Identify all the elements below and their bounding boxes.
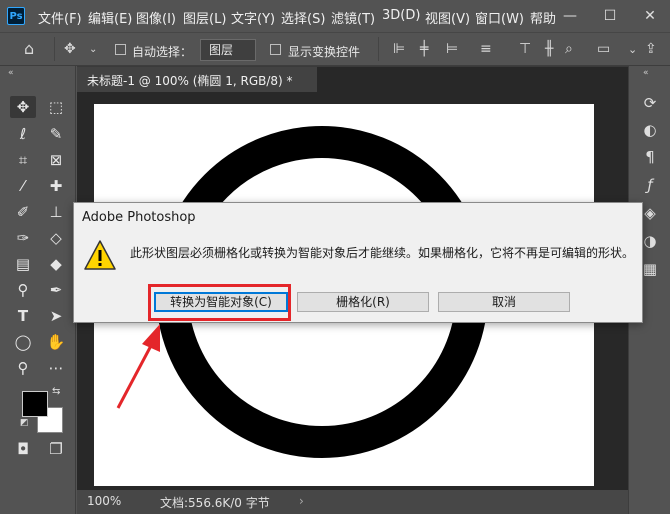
cancel-button[interactable]: 取消: [438, 292, 570, 312]
share-icon[interactable]: ⇪: [645, 41, 657, 57]
distribute-icon[interactable]: ≡: [480, 41, 492, 57]
move-tool-icon[interactable]: ✥: [10, 96, 36, 118]
menu-filter[interactable]: 滤镜(T): [331, 8, 375, 27]
dodge-tool-icon[interactable]: ⚲: [10, 279, 36, 301]
screen-mode-icon[interactable]: ❐: [43, 438, 69, 460]
swap-colors-icon[interactable]: ⇆: [52, 386, 60, 397]
warning-icon: [84, 240, 116, 270]
gradient-tool-icon[interactable]: ▤: [10, 253, 36, 275]
align-center-icon[interactable]: ╪: [420, 41, 428, 57]
chevron-down-icon[interactable]: ⌄: [89, 44, 97, 55]
align-right-icon[interactable]: ⊨: [446, 41, 458, 57]
restore-button[interactable]: ☐: [590, 0, 630, 32]
home-icon[interactable]: ⌂: [24, 39, 34, 58]
dialog-title: Adobe Photoshop: [82, 210, 196, 225]
color-panel-icon[interactable]: ◐: [638, 118, 662, 142]
show-transform-checkbox[interactable]: [270, 44, 281, 55]
auto-select-dropdown[interactable]: 图层: [200, 39, 256, 61]
auto-select-label: 自动选择：: [132, 45, 193, 59]
menu-image[interactable]: 图像(I): [136, 8, 176, 27]
menu-file[interactable]: 文件(F): [38, 8, 82, 27]
auto-select-checkbox[interactable]: [115, 44, 126, 55]
workspace-icon[interactable]: ▭: [597, 41, 610, 57]
divider: [77, 66, 628, 67]
menu-layer[interactable]: 图层(L): [183, 8, 226, 27]
blur-tool-icon[interactable]: ◆: [43, 253, 69, 275]
lasso-tool-icon[interactable]: ℓ: [10, 123, 36, 145]
history-brush-tool-icon[interactable]: ✑: [10, 227, 36, 249]
pointer-arrow-icon: [116, 324, 160, 409]
eyedropper-tool-icon[interactable]: ⁄: [10, 175, 36, 197]
hand-tool-icon[interactable]: ✋: [43, 331, 69, 353]
marquee-tool-icon[interactable]: ⬚: [43, 96, 69, 118]
menu-select[interactable]: 选择(S): [281, 8, 325, 27]
menu-bar: Ps 文件(F) 编辑(E) 图像(I) 图层(L) 文字(Y) 选择(S) 滤…: [0, 0, 670, 32]
align-left-icon[interactable]: ⊫: [393, 41, 405, 57]
menu-view[interactable]: 视图(V): [425, 8, 470, 27]
pen-tool-icon[interactable]: ✒: [43, 279, 69, 301]
divider: [378, 37, 379, 61]
align-middle-icon[interactable]: ╫: [545, 41, 553, 57]
move-tool-icon[interactable]: ✥: [64, 41, 76, 57]
menu-type[interactable]: 文字(Y): [231, 8, 275, 27]
foreground-color-swatch[interactable]: [22, 391, 48, 417]
frame-tool-icon[interactable]: ⊠: [43, 149, 69, 171]
divider: [54, 37, 55, 61]
type-tool-icon[interactable]: T: [10, 305, 36, 327]
zoom-level[interactable]: 100%: [87, 494, 121, 508]
stamp-tool-icon[interactable]: ⊥: [43, 201, 69, 223]
more-tools-icon[interactable]: ⋯: [43, 357, 69, 379]
document-tab-title: 未标题-1 @ 100% (椭圆 1, RGB/8) *: [87, 74, 293, 88]
default-colors-icon[interactable]: ◩: [20, 418, 29, 428]
zoom-tool-icon[interactable]: ⚲: [10, 357, 36, 379]
photoshop-logo-icon: Ps: [7, 7, 25, 25]
menu-3d[interactable]: 3D(D): [382, 8, 420, 23]
minimize-button[interactable]: —: [550, 0, 590, 32]
eraser-tool-icon[interactable]: ◇: [43, 227, 69, 249]
tools-panel: « ✥ ⬚ ℓ ✎ ⌗ ⊠ ⁄ ✚ ✐ ⊥ ✑ ◇ ▤ ◆ ⚲ ✒ T ➤ ◯ …: [0, 66, 76, 514]
quick-mask-icon[interactable]: ◘: [10, 438, 36, 460]
rasterize-button[interactable]: 栅格化(R): [297, 292, 429, 312]
search-icon[interactable]: ⌕: [565, 41, 573, 57]
collapse-icon[interactable]: «: [8, 68, 14, 78]
dialog-message: 此形状图层必须栅格化或转换为智能对象后才能继续。如果栅格化，它将不再是可编辑的形…: [130, 246, 635, 260]
path-select-tool-icon[interactable]: ➤: [43, 305, 69, 327]
document-tab[interactable]: 未标题-1 @ 100% (椭圆 1, RGB/8) *: [77, 66, 317, 92]
healing-brush-tool-icon[interactable]: ✚: [43, 175, 69, 197]
crop-tool-icon[interactable]: ⌗: [10, 149, 36, 171]
close-window-button[interactable]: ✕: [630, 0, 670, 32]
effects-panel-icon[interactable]: ƒ: [638, 173, 662, 197]
menu-edit[interactable]: 编辑(E): [88, 8, 132, 27]
paragraph-panel-icon[interactable]: ¶: [638, 145, 662, 169]
history-panel-icon[interactable]: ⟳: [638, 91, 662, 115]
show-transform-label: 显示变换控件: [288, 45, 361, 59]
align-top-icon[interactable]: ⊤: [519, 41, 531, 57]
options-bar: ⌂ ✥ ⌄ 自动选择： 图层 显示变换控件 ⊫ ╪ ⊨ ≡ ⊤ ╫ ⌕ ▭ ⌄ …: [0, 32, 670, 66]
chevron-down-icon[interactable]: ⌄: [628, 43, 637, 56]
brush-tool-icon[interactable]: ✐: [10, 201, 36, 223]
status-bar: 100% 文档:556.6K/0 字节 ›: [77, 490, 628, 514]
quick-select-tool-icon[interactable]: ✎: [43, 123, 69, 145]
status-menu-arrow-icon[interactable]: ›: [299, 494, 304, 508]
expand-panels-icon[interactable]: «: [643, 68, 649, 78]
ellipse-tool-icon[interactable]: ◯: [10, 331, 36, 353]
menu-window[interactable]: 窗口(W): [475, 8, 524, 27]
highlight-box: [148, 284, 291, 321]
document-size: 文档:556.6K/0 字节: [160, 496, 270, 510]
